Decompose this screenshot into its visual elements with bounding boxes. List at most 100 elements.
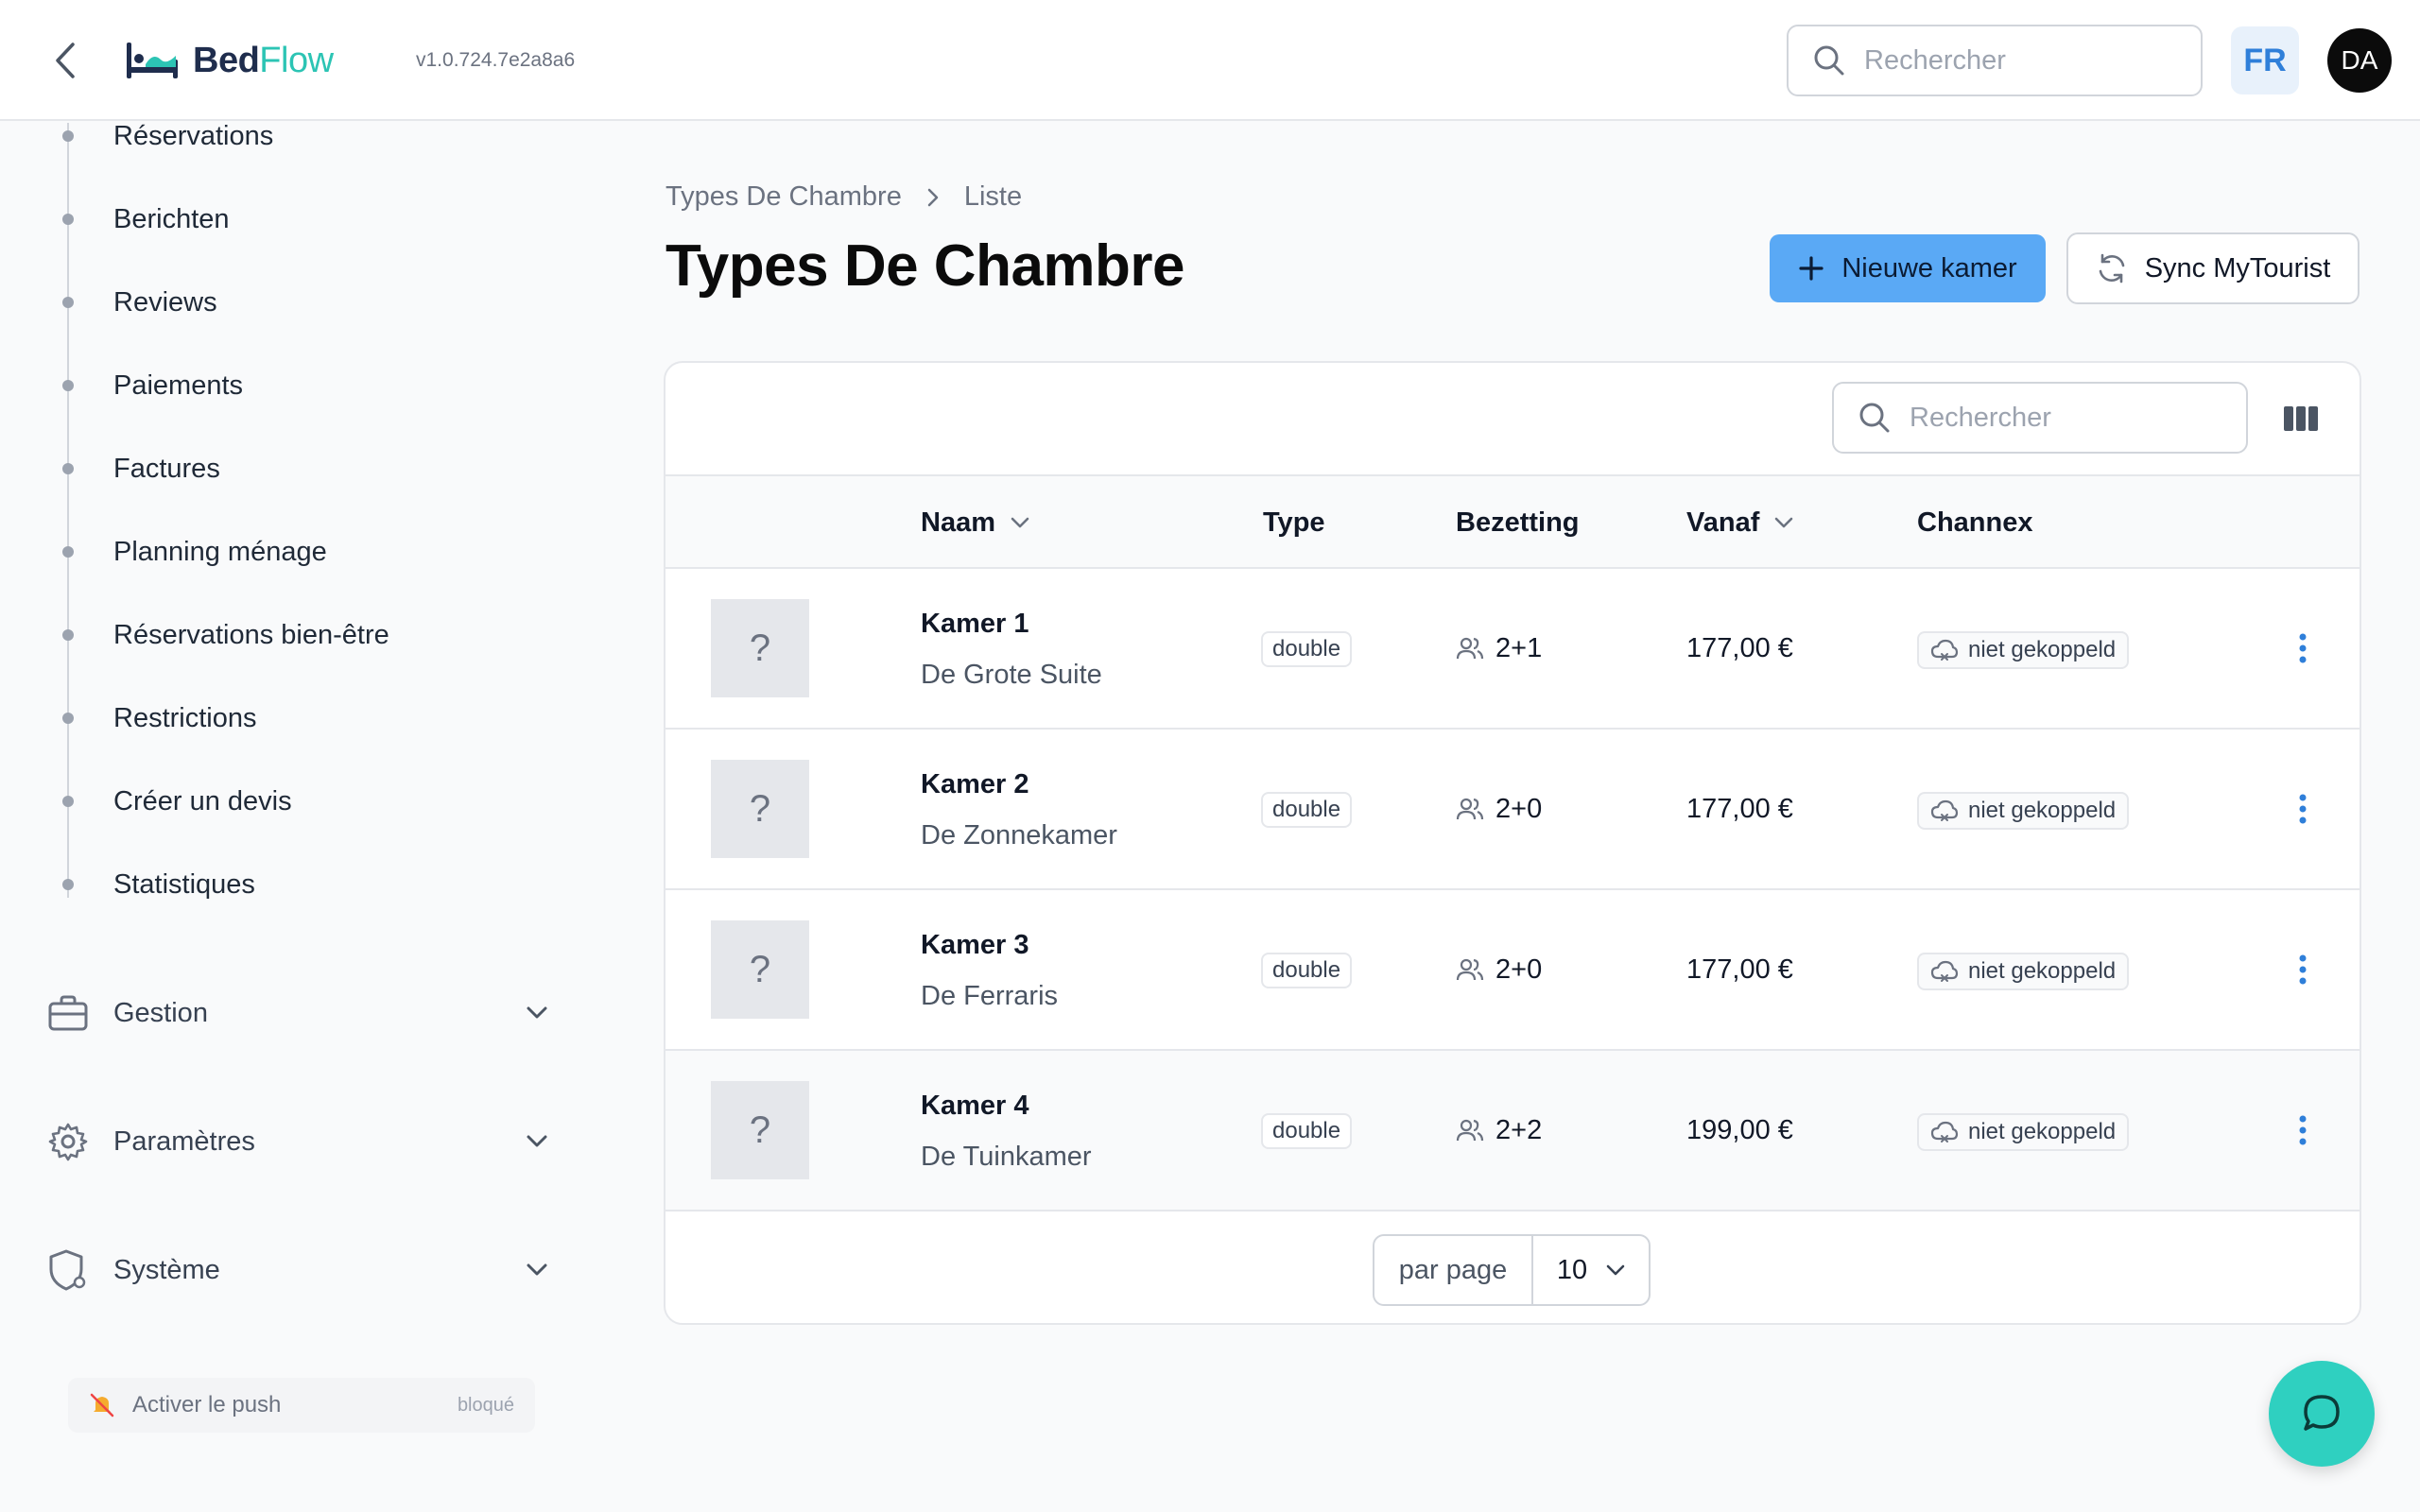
tree-dot — [62, 463, 74, 474]
chevron-right-icon — [927, 188, 939, 206]
column-header-vanaf[interactable]: Vanaf — [1686, 476, 1793, 569]
room-price: 177,00 € — [1686, 793, 1793, 824]
search-icon — [1814, 45, 1844, 76]
table-toolbar — [666, 363, 2360, 476]
sidebar-group-label: Paramètres — [113, 1125, 255, 1157]
chevron-down-icon — [518, 1251, 556, 1289]
column-header-naam[interactable]: Naam — [921, 476, 1029, 569]
breadcrumb-item-types[interactable]: Types De Chambre — [666, 181, 902, 213]
row-actions-button[interactable] — [2284, 788, 2322, 830]
user-avatar[interactable]: DA — [2327, 28, 2392, 93]
chevron-down-icon — [518, 1123, 556, 1160]
language-switch[interactable]: FR — [2231, 26, 2299, 94]
room-price: 177,00 € — [1686, 632, 1793, 663]
sync-label: Sync MyTourist — [2144, 252, 2331, 284]
room-name[interactable]: Kamer 1 — [921, 609, 1028, 640]
columns-icon — [2284, 406, 2318, 431]
table-header: Naam Type Bezetting Vanaf Channex — [666, 476, 2360, 569]
bedflow-logo[interactable]: BedFlow — [125, 34, 334, 87]
chevron-left-icon — [56, 43, 75, 78]
sidebar-item-paiements[interactable]: Paiements — [113, 365, 243, 406]
per-page-value: 10 — [1556, 1254, 1588, 1285]
bed-logo-icon — [127, 43, 178, 78]
users-icon — [1456, 798, 1484, 820]
room-name[interactable]: Kamer 4 — [921, 1091, 1028, 1122]
table-search[interactable] — [1832, 382, 2248, 454]
chevron-down-icon — [1775, 517, 1793, 528]
room-name[interactable]: Kamer 2 — [921, 769, 1028, 800]
row-actions-button[interactable] — [2284, 949, 2322, 990]
sidebar-group-label: Gestion — [113, 997, 208, 1028]
chevron-down-icon — [518, 994, 556, 1032]
briefcase-icon — [45, 990, 91, 1036]
page-title: Types De Chambre — [666, 233, 1185, 299]
sidebar-item-reviews[interactable]: Reviews — [113, 282, 217, 323]
table-search-input[interactable] — [1910, 402, 2193, 434]
breadcrumb: Types De Chambre Liste — [666, 181, 1022, 213]
table-row[interactable]: ? Kamer 3 De Ferraris double 2+0 177,00 … — [666, 890, 2360, 1051]
table-row[interactable]: ? Kamer 1 De Grote Suite double 2+1 177,… — [666, 569, 2360, 730]
room-name[interactable]: Kamer 3 — [921, 930, 1028, 961]
tree-dot — [62, 629, 74, 641]
chat-button[interactable] — [2269, 1361, 2375, 1467]
cloud-off-icon — [1930, 799, 1959, 821]
tree-line — [67, 123, 69, 898]
sidebar-item-planning-menage[interactable]: Planning ménage — [113, 531, 327, 573]
shield-gear-icon — [45, 1247, 91, 1293]
users-icon — [1456, 958, 1484, 981]
tree-dot — [62, 546, 74, 558]
kebab-menu-icon — [2299, 1115, 2307, 1145]
global-search-input[interactable] — [1864, 44, 2148, 77]
sidebar-group-label: Système — [113, 1254, 220, 1285]
room-subtitle: De Ferraris — [921, 981, 1059, 1011]
table-row[interactable]: ? Kamer 2 De Zonnekamer double 2+0 177,0… — [666, 730, 2360, 890]
refresh-icon — [2099, 253, 2124, 284]
gear-icon — [45, 1119, 91, 1164]
top-bar: BedFlow v1.0.724.7e2a8a6 FR DA — [0, 0, 2420, 121]
cloud-off-icon — [1930, 960, 1959, 982]
room-occupancy: 2+2 — [1456, 1109, 1542, 1151]
sidebar-item-restrictions[interactable]: Restrictions — [113, 697, 257, 739]
chevron-down-icon — [1606, 1264, 1625, 1276]
search-icon — [1859, 403, 1890, 433]
sidebar-item-berichten[interactable]: Berichten — [113, 198, 230, 240]
room-type-badge: double — [1261, 1113, 1353, 1149]
tree-dot — [62, 380, 74, 391]
sidebar-item-creer-devis[interactable]: Créer un devis — [113, 781, 292, 822]
sidebar-item-statistiques[interactable]: Statistiques — [113, 864, 255, 905]
channex-status-badge: niet gekoppeld — [1917, 631, 2130, 669]
global-search[interactable] — [1787, 25, 2203, 96]
sidebar-item-factures[interactable]: Factures — [113, 448, 220, 490]
room-subtitle: De Grote Suite — [921, 660, 1102, 690]
room-thumbnail: ? — [711, 920, 809, 1019]
users-icon — [1456, 637, 1484, 660]
tree-dot — [62, 130, 74, 142]
channex-status-badge: niet gekoppeld — [1917, 792, 2130, 830]
sidebar-item-reservations-bien-etre[interactable]: Réservations bien-être — [113, 614, 389, 656]
sidebar-group-parametres[interactable]: Paramètres — [45, 1113, 556, 1170]
tree-dot — [62, 713, 74, 724]
per-page-label: par page — [1374, 1236, 1533, 1304]
per-page-select[interactable]: 10 — [1533, 1236, 1649, 1304]
room-occupancy: 2+0 — [1456, 788, 1542, 830]
back-button[interactable] — [45, 38, 83, 83]
column-toggle-button[interactable] — [2278, 397, 2324, 440]
room-type-badge: double — [1261, 792, 1353, 828]
sidebar-item-reservations[interactable]: Réservations — [113, 115, 273, 157]
table-row[interactable]: ? Kamer 4 De Tuinkamer double 2+2 199,00… — [666, 1051, 2360, 1211]
cloud-off-icon — [1930, 1121, 1959, 1143]
sidebar-group-gestion[interactable]: Gestion — [45, 985, 556, 1041]
push-label: Activer le push — [132, 1392, 282, 1418]
row-actions-button[interactable] — [2284, 1109, 2322, 1151]
row-actions-button[interactable] — [2284, 627, 2322, 669]
enable-push-button[interactable]: Activer le push bloqué — [68, 1378, 535, 1433]
sidebar-group-systeme[interactable]: Système — [45, 1242, 556, 1298]
plus-icon — [1799, 256, 1824, 281]
bell-off-icon — [90, 1393, 114, 1418]
sync-mytourist-button[interactable]: Sync MyTourist — [2066, 232, 2360, 304]
tree-dot — [62, 297, 74, 308]
breadcrumb-item-liste: Liste — [963, 181, 1023, 212]
kebab-menu-icon — [2299, 954, 2307, 985]
column-header-channex: Channex — [1917, 507, 2033, 538]
new-room-button[interactable]: Nieuwe kamer — [1770, 234, 2046, 302]
